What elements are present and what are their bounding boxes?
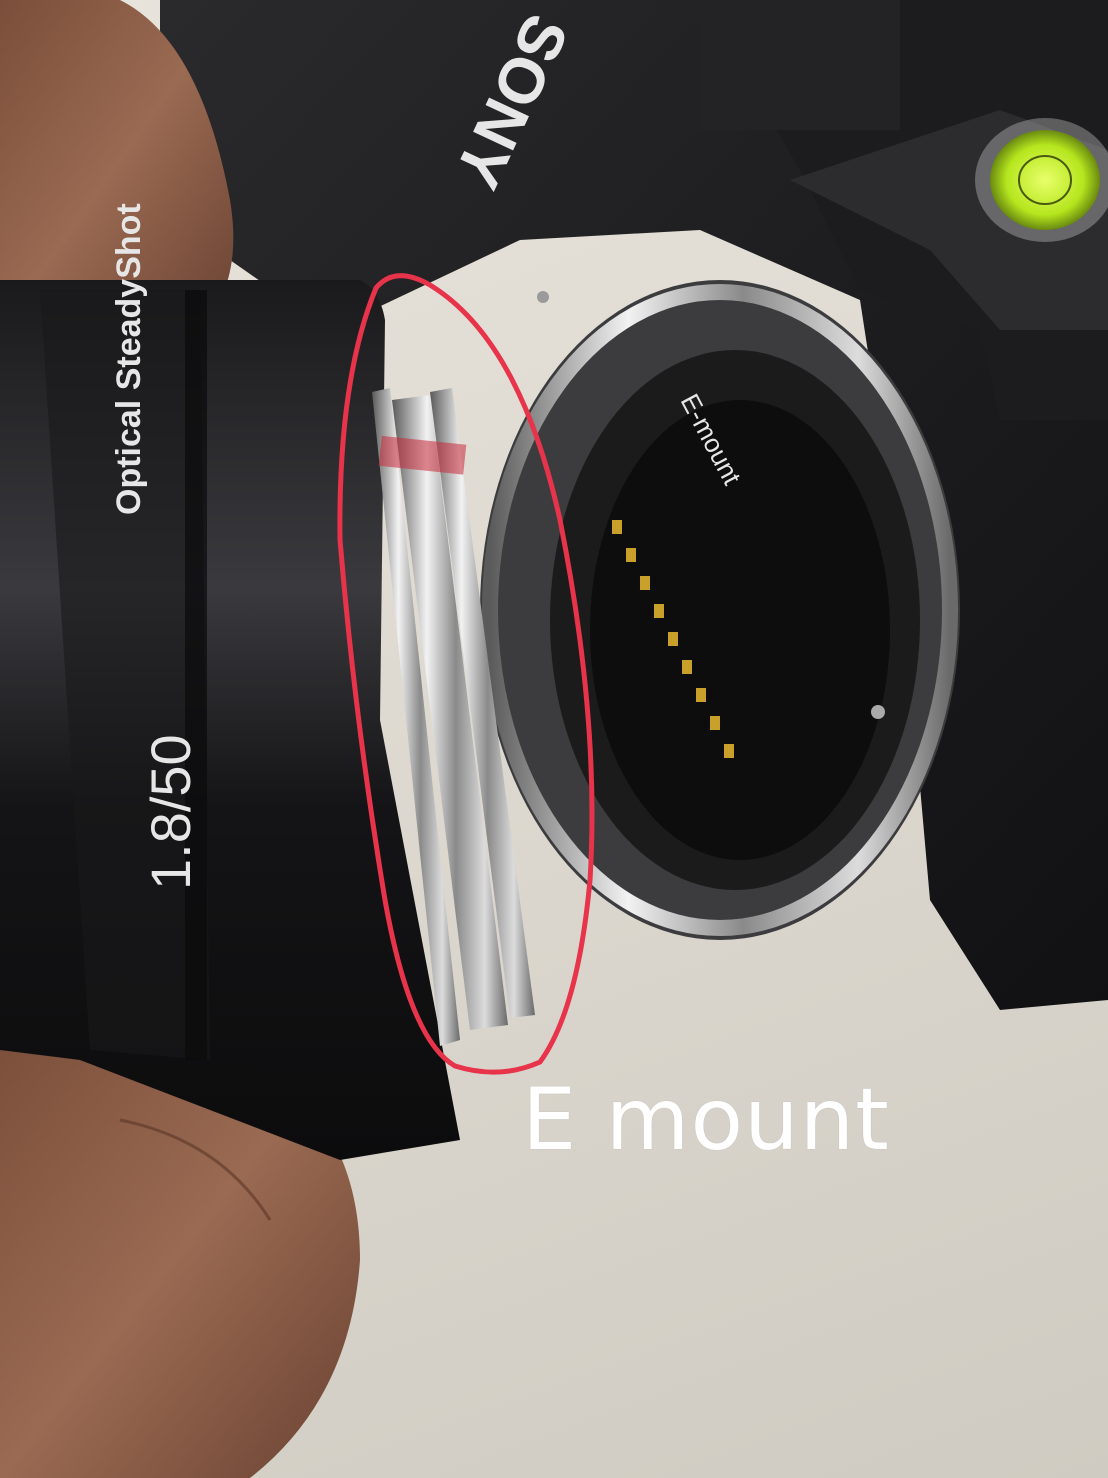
scene-illustration: SONY E-mount Optical SteadyShot 1.8/50 [0,0,1108,1478]
lens-spec-label: 1.8/50 [139,734,202,890]
lens-model-label: Optical SteadyShot [110,203,148,515]
camera-mount: E-mount [480,280,960,940]
photo: SONY E-mount Optical SteadyShot 1.8/50 E… [0,0,1108,1478]
caption: E mount [522,1070,890,1170]
lens-barrel: Optical SteadyShot 1.8/50 [0,203,460,1160]
